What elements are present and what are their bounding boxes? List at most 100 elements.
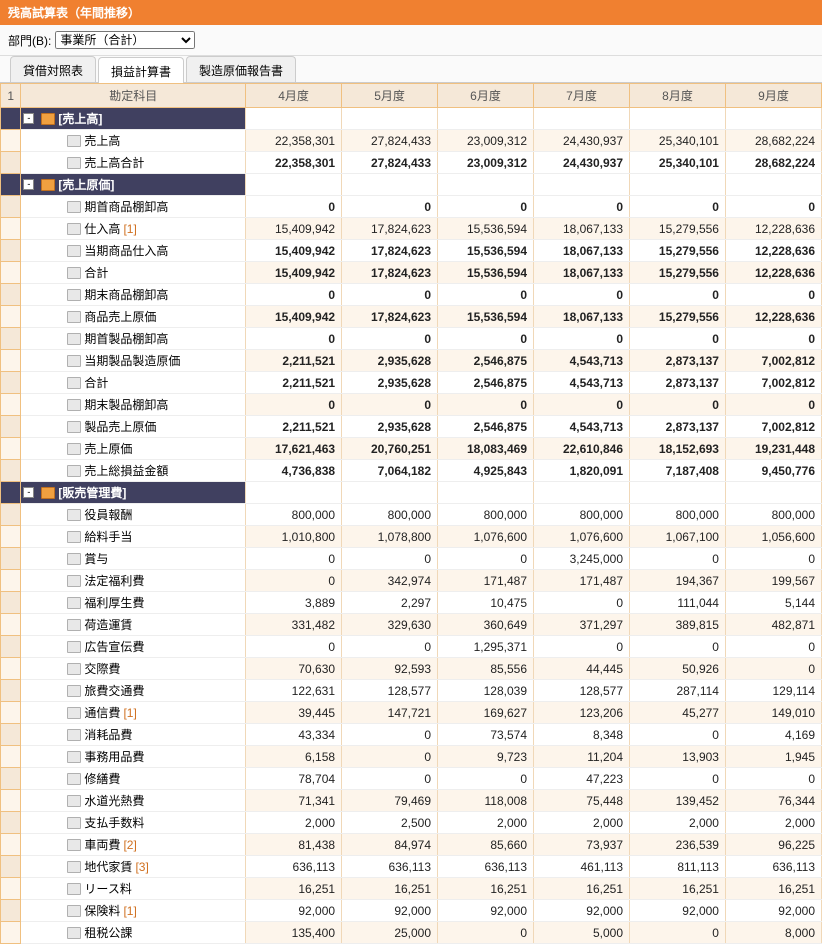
account-name-cell[interactable]: 支払手数料 <box>21 812 246 834</box>
value-cell: 0 <box>725 768 821 790</box>
account-name-cell[interactable]: 地代家賃 [3] <box>21 856 246 878</box>
toggle-icon[interactable]: - <box>23 179 34 190</box>
account-name-cell[interactable]: 役員報酬 <box>21 504 246 526</box>
toggle-icon[interactable]: - <box>23 487 34 498</box>
table-row[interactable]: 租税公課135,40025,00005,00008,000 <box>1 922 822 944</box>
account-name-cell[interactable]: 保険料 [1] <box>21 900 246 922</box>
table-row[interactable]: 福利厚生費3,8892,29710,4750111,0445,144 <box>1 592 822 614</box>
account-name-cell[interactable]: リース料 <box>21 878 246 900</box>
account-label: 当期製品製造原価 <box>84 352 180 369</box>
column-month-2[interactable]: 5月度 <box>342 84 438 108</box>
account-name-cell[interactable]: 水道光熱費 <box>21 790 246 812</box>
account-name-cell[interactable]: 売上総損益金額 <box>21 460 246 482</box>
account-name-cell[interactable]: -[販売管理費] <box>21 482 246 504</box>
table-row[interactable]: 役員報酬800,000800,000800,000800,000800,0008… <box>1 504 822 526</box>
account-name-cell[interactable]: 福利厚生費 <box>21 592 246 614</box>
account-name-cell[interactable]: 消耗品費 <box>21 724 246 746</box>
table-row[interactable]: -[売上原価] <box>1 174 822 196</box>
table-row[interactable]: 旅費交通費122,631128,577128,039128,577287,114… <box>1 680 822 702</box>
account-name-cell[interactable]: -[売上原価] <box>21 174 246 196</box>
table-row[interactable]: 保険料 [1]92,00092,00092,00092,00092,00092,… <box>1 900 822 922</box>
table-row[interactable]: 支払手数料2,0002,5002,0002,0002,0002,000 <box>1 812 822 834</box>
column-month-4[interactable]: 7月度 <box>534 84 630 108</box>
account-name-cell[interactable]: 売上原価 <box>21 438 246 460</box>
account-name-cell[interactable]: 旅費交通費 <box>21 680 246 702</box>
table-row[interactable]: 売上原価17,621,46320,760,25118,083,46922,610… <box>1 438 822 460</box>
account-name-cell[interactable]: 法定福利費 <box>21 570 246 592</box>
value-cell: 17,824,623 <box>342 218 438 240</box>
account-name-cell[interactable]: 売上高 <box>21 130 246 152</box>
table-row[interactable]: 期末製品棚卸高000000 <box>1 394 822 416</box>
column-account[interactable]: 勘定科目 <box>21 84 246 108</box>
account-name-cell[interactable]: 交際費 <box>21 658 246 680</box>
account-name-cell[interactable]: 当期商品仕入高 <box>21 240 246 262</box>
table-row[interactable]: 当期商品仕入高15,409,94217,824,62315,536,59418,… <box>1 240 822 262</box>
value-cell: 15,409,942 <box>246 240 342 262</box>
tab-1[interactable]: 損益計算書 <box>98 57 184 83</box>
column-month-6[interactable]: 9月度 <box>725 84 821 108</box>
account-name-cell[interactable]: 車両費 [2] <box>21 834 246 856</box>
column-month-5[interactable]: 8月度 <box>630 84 726 108</box>
account-name-cell[interactable]: 期末製品棚卸高 <box>21 394 246 416</box>
tab-0[interactable]: 貸借対照表 <box>10 56 96 82</box>
table-row[interactable]: 事務用品費6,15809,72311,20413,9031,945 <box>1 746 822 768</box>
toggle-icon[interactable]: - <box>23 113 34 124</box>
document-icon <box>67 685 81 697</box>
account-name-cell[interactable]: 当期製品製造原価 <box>21 350 246 372</box>
account-name-cell[interactable]: 仕入高 [1] <box>21 218 246 240</box>
account-name-cell[interactable]: 広告宣伝費 <box>21 636 246 658</box>
table-row[interactable]: -[売上高] <box>1 108 822 130</box>
table-row[interactable]: 期首商品棚卸高000000 <box>1 196 822 218</box>
document-icon <box>67 509 81 521</box>
table-row[interactable]: 水道光熱費71,34179,469118,00875,448139,45276,… <box>1 790 822 812</box>
account-name-cell[interactable]: 合計 <box>21 372 246 394</box>
column-month-1[interactable]: 4月度 <box>246 84 342 108</box>
account-name-cell[interactable]: 事務用品費 <box>21 746 246 768</box>
table-row[interactable]: 当期製品製造原価2,211,5212,935,6282,546,8754,543… <box>1 350 822 372</box>
account-name-cell[interactable]: 賞与 <box>21 548 246 570</box>
table-row[interactable]: 期首製品棚卸高000000 <box>1 328 822 350</box>
table-row[interactable]: 売上高合計22,358,30127,824,43323,009,31224,43… <box>1 152 822 174</box>
account-name-cell[interactable]: 合計 <box>21 262 246 284</box>
table-row[interactable]: 地代家賃 [3]636,113636,113636,113461,113811,… <box>1 856 822 878</box>
table-row[interactable]: 法定福利費0342,974171,487171,487194,367199,56… <box>1 570 822 592</box>
account-name-cell[interactable]: 商品売上原価 <box>21 306 246 328</box>
table-row[interactable]: 消耗品費43,334073,5748,34804,169 <box>1 724 822 746</box>
table-row[interactable]: 車両費 [2]81,43884,97485,66073,937236,53996… <box>1 834 822 856</box>
account-name-cell[interactable]: -[売上高] <box>21 108 246 130</box>
account-name-cell[interactable]: 期首商品棚卸高 <box>21 196 246 218</box>
table-row[interactable]: 修繕費78,7040047,22300 <box>1 768 822 790</box>
row-gutter <box>1 680 21 702</box>
table-row[interactable]: 期末商品棚卸高000000 <box>1 284 822 306</box>
account-name-cell[interactable]: 荷造運賃 <box>21 614 246 636</box>
table-row[interactable]: 通信費 [1]39,445147,721169,627123,20645,277… <box>1 702 822 724</box>
value-cell: 15,536,594 <box>438 306 534 328</box>
table-row[interactable]: 交際費70,63092,59385,55644,44550,9260 <box>1 658 822 680</box>
table-row[interactable]: 合計15,409,94217,824,62315,536,59418,067,1… <box>1 262 822 284</box>
account-name-cell[interactable]: 通信費 [1] <box>21 702 246 724</box>
table-row[interactable]: 売上高22,358,30127,824,43323,009,31224,430,… <box>1 130 822 152</box>
grid[interactable]: 1勘定科目4月度5月度6月度7月度8月度9月度 -[売上高]売上高22,358,… <box>0 83 822 944</box>
account-name-cell[interactable]: 期末商品棚卸高 <box>21 284 246 306</box>
table-row[interactable]: 仕入高 [1]15,409,94217,824,62315,536,59418,… <box>1 218 822 240</box>
table-row[interactable]: リース料16,25116,25116,25116,25116,25116,251 <box>1 878 822 900</box>
table-row[interactable]: 荷造運賃331,482329,630360,649371,297389,8154… <box>1 614 822 636</box>
tabs: 貸借対照表損益計算書製造原価報告書 <box>0 56 822 83</box>
column-month-3[interactable]: 6月度 <box>438 84 534 108</box>
tab-2[interactable]: 製造原価報告書 <box>186 56 296 82</box>
account-name-cell[interactable]: 修繕費 <box>21 768 246 790</box>
table-row[interactable]: 売上総損益金額4,736,8387,064,1824,925,8431,820,… <box>1 460 822 482</box>
account-name-cell[interactable]: 期首製品棚卸高 <box>21 328 246 350</box>
account-name-cell[interactable]: 給料手当 <box>21 526 246 548</box>
table-row[interactable]: 賞与0003,245,00000 <box>1 548 822 570</box>
table-row[interactable]: 商品売上原価15,409,94217,824,62315,536,59418,0… <box>1 306 822 328</box>
table-row[interactable]: 給料手当1,010,8001,078,8001,076,6001,076,600… <box>1 526 822 548</box>
department-select[interactable]: 事業所（合計） <box>55 31 195 49</box>
account-name-cell[interactable]: 租税公課 <box>21 922 246 944</box>
table-row[interactable]: -[販売管理費] <box>1 482 822 504</box>
table-row[interactable]: 製品売上原価2,211,5212,935,6282,546,8754,543,7… <box>1 416 822 438</box>
table-row[interactable]: 合計2,211,5212,935,6282,546,8754,543,7132,… <box>1 372 822 394</box>
table-row[interactable]: 広告宣伝費001,295,371000 <box>1 636 822 658</box>
account-name-cell[interactable]: 製品売上原価 <box>21 416 246 438</box>
account-name-cell[interactable]: 売上高合計 <box>21 152 246 174</box>
